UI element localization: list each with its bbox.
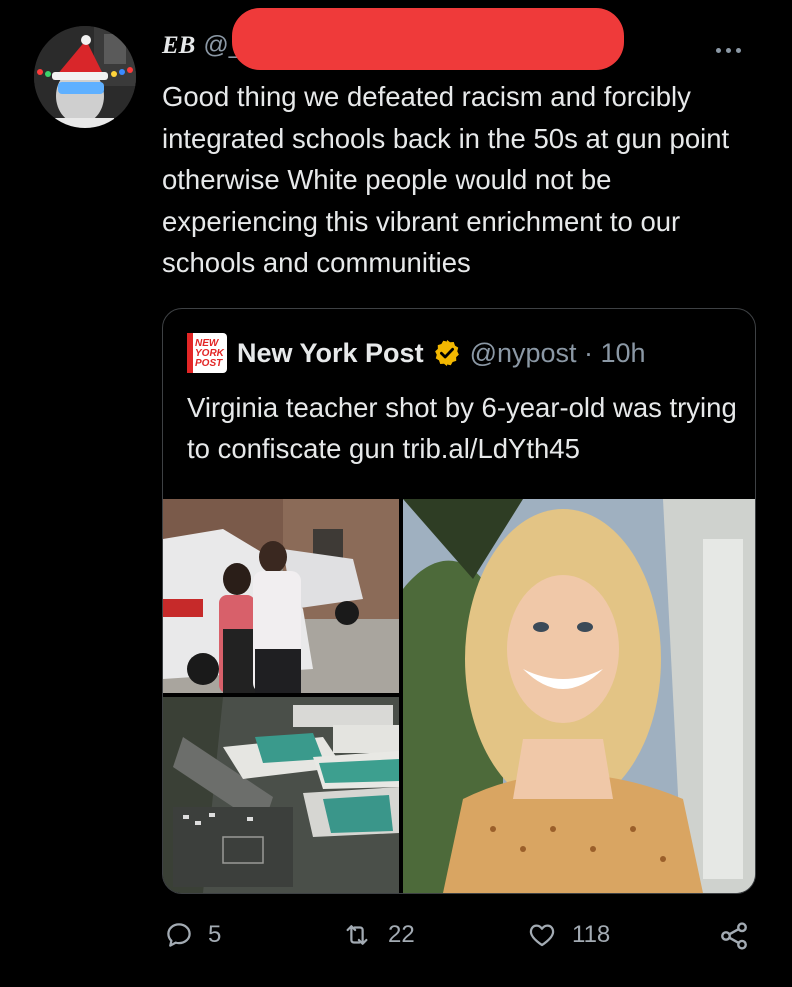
quoted-handle-time: @nypost · 10h <box>469 337 646 368</box>
more-horizontal-icon[interactable] <box>716 40 748 56</box>
photo-police-scene[interactable] <box>163 499 399 693</box>
author-name[interactable]: EB <box>162 32 195 59</box>
heart-icon <box>529 924 555 947</box>
quoted-tweet-text: Virginia teacher shot by 6-year-old was … <box>187 392 737 464</box>
quoted-tweet[interactable]: NEW YORK POST New York Post @nypost · 10… <box>162 308 756 894</box>
teacher-photo-art <box>403 499 755 893</box>
tweet-actions: 5 22 118 <box>0 920 792 964</box>
logo-text-post: POST <box>195 358 223 369</box>
share-button[interactable] <box>718 920 764 952</box>
aerial-school-art <box>163 697 399 893</box>
retweet-button[interactable]: 22 <box>340 920 415 950</box>
avatar-image <box>34 26 136 128</box>
reply-count: 5 <box>208 921 222 948</box>
photo-aerial-school[interactable] <box>163 697 399 893</box>
reply-icon <box>167 923 191 947</box>
like-count: 118 <box>572 921 611 948</box>
tweet-text: Good thing we defeated racism and forcib… <box>162 81 730 278</box>
share-icon <box>721 922 747 950</box>
reply-button[interactable]: 5 <box>164 920 221 950</box>
retweet-icon <box>346 925 368 945</box>
quoted-author-name[interactable]: New York Post <box>237 338 424 369</box>
author-avatar[interactable] <box>34 26 136 128</box>
quoted-tweet-header: NEW YORK POST New York Post @nypost · 10… <box>187 333 646 373</box>
verified-badge-icon <box>434 339 459 367</box>
nypost-logo[interactable]: NEW YORK POST <box>187 333 227 373</box>
tweet-author[interactable]: EB @_ <box>162 28 243 63</box>
like-button[interactable]: 118 <box>526 920 610 950</box>
redaction-mark <box>232 8 624 70</box>
photo-teacher[interactable] <box>403 499 755 893</box>
media-grid[interactable] <box>163 499 755 893</box>
retweet-count: 22 <box>388 921 415 948</box>
police-scene-art <box>163 499 399 693</box>
